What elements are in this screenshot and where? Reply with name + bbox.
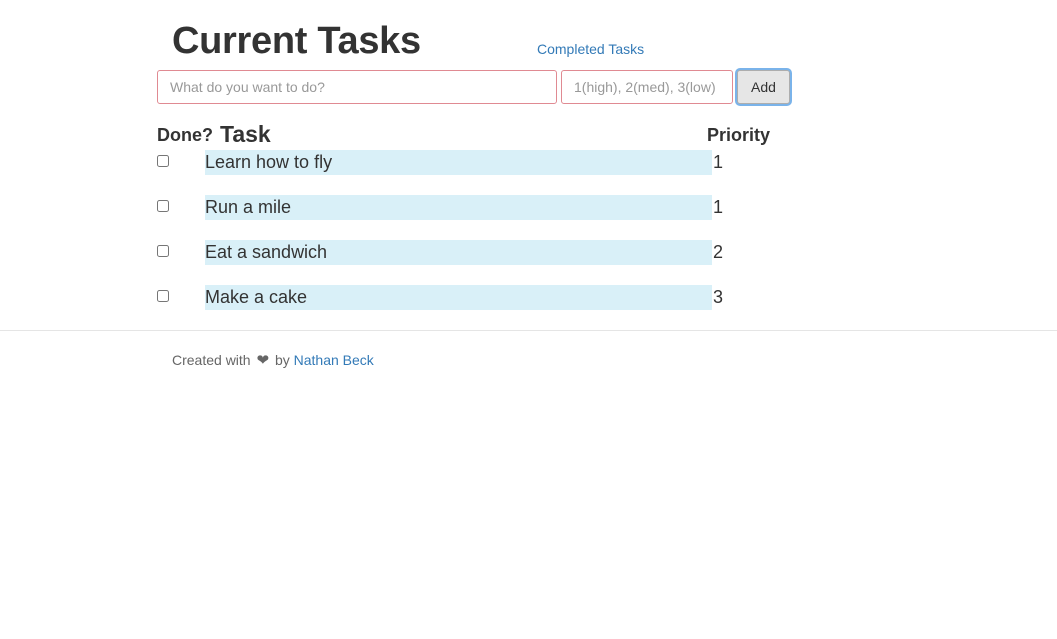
task-input[interactable] (157, 70, 557, 104)
task-priority: 3 (713, 287, 724, 307)
task-name: Learn how to fly (205, 150, 712, 175)
footer-prefix: Created with (172, 352, 251, 368)
task-priority: 1 (713, 152, 724, 172)
done-checkbox[interactable] (157, 245, 169, 257)
done-checkbox[interactable] (157, 290, 169, 302)
completed-tasks-link[interactable]: Completed Tasks (537, 40, 644, 58)
priority-column-header: Priority (707, 125, 771, 145)
table-row: Make a cake 3 (0, 285, 1057, 311)
task-name: Run a mile (205, 195, 712, 220)
done-checkbox[interactable] (157, 155, 169, 167)
done-column-header: Done? (157, 125, 213, 145)
footer-by: by (274, 352, 290, 368)
table-row: Run a mile 1 (0, 195, 1057, 221)
heart-icon: ❤ (256, 352, 270, 369)
task-priority: 2 (713, 242, 724, 262)
footer: Created with ❤ by Nathan Beck (172, 351, 374, 370)
priority-input[interactable] (561, 70, 733, 104)
done-checkbox[interactable] (157, 200, 169, 212)
task-name: Eat a sandwich (205, 240, 712, 265)
task-column-header: Task (220, 121, 271, 147)
table-row: Eat a sandwich 2 (0, 240, 1057, 266)
footer-divider (0, 330, 1057, 331)
author-link[interactable]: Nathan Beck (294, 352, 374, 368)
add-button[interactable]: Add (737, 70, 790, 104)
task-priority: 1 (713, 197, 724, 217)
page-title: Current Tasks (172, 20, 421, 62)
table-row: Learn how to fly 1 (0, 150, 1057, 176)
page: Current Tasks Completed Tasks Add Done? … (0, 0, 1057, 639)
task-name: Make a cake (205, 285, 712, 310)
